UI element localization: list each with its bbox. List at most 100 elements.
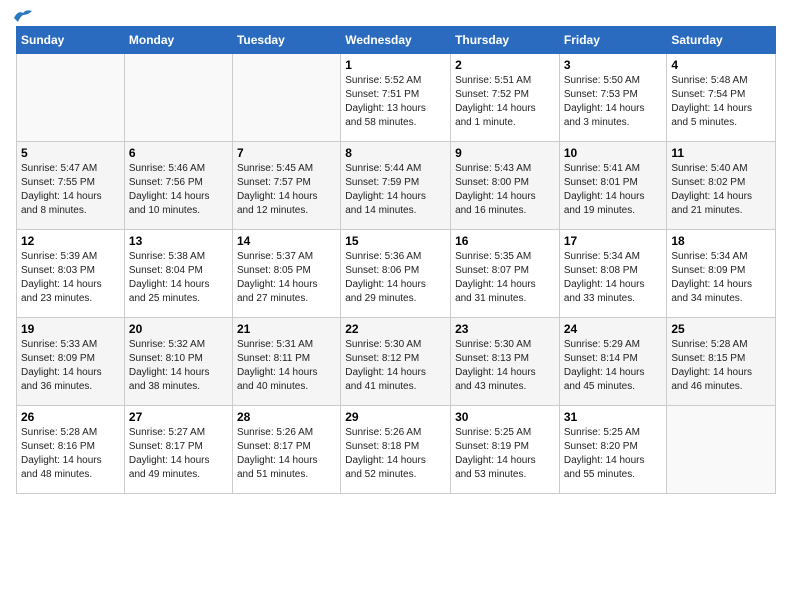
calendar-cell: 15 Sunrise: 5:36 AM Sunset: 8:06 PM Dayli…	[341, 230, 451, 318]
day-number: 1	[345, 58, 446, 72]
calendar-cell: 2 Sunrise: 5:51 AM Sunset: 7:52 PM Daylig…	[451, 54, 560, 142]
calendar-cell: 16 Sunrise: 5:35 AM Sunset: 8:07 PM Dayli…	[451, 230, 560, 318]
day-info: Sunrise: 5:50 AM Sunset: 7:53 PM Dayligh…	[564, 74, 663, 130]
calendar-week-1: 1 Sunrise: 5:52 AM Sunset: 7:51 PM Daylig…	[17, 54, 776, 142]
calendar-cell: 6 Sunrise: 5:46 AM Sunset: 7:56 PM Daylig…	[124, 142, 232, 230]
day-number: 25	[671, 322, 771, 336]
page-header	[16, 16, 776, 18]
day-number: 19	[21, 322, 120, 336]
day-number: 4	[671, 58, 771, 72]
day-number: 3	[564, 58, 663, 72]
day-info: Sunrise: 5:30 AM Sunset: 8:12 PM Dayligh…	[345, 338, 446, 394]
day-info: Sunrise: 5:32 AM Sunset: 8:10 PM Dayligh…	[129, 338, 228, 394]
calendar-cell	[667, 406, 776, 494]
day-info: Sunrise: 5:41 AM Sunset: 8:01 PM Dayligh…	[564, 162, 663, 218]
calendar-cell: 19 Sunrise: 5:33 AM Sunset: 8:09 PM Dayli…	[17, 318, 125, 406]
calendar-cell: 21Sunrise: 5:31 AM Sunset: 8:11 PM Dayli…	[232, 318, 340, 406]
day-number: 24	[564, 322, 663, 336]
calendar-cell: 22 Sunrise: 5:30 AM Sunset: 8:12 PM Dayli…	[341, 318, 451, 406]
day-number: 15	[345, 234, 446, 248]
day-info: Sunrise: 5:51 AM Sunset: 7:52 PM Dayligh…	[455, 74, 555, 130]
day-info: Sunrise: 5:43 AM Sunset: 8:00 PM Dayligh…	[455, 162, 555, 218]
calendar-cell: 11 Sunrise: 5:40 AM Sunset: 8:02 PM Dayli…	[667, 142, 776, 230]
day-number: 22	[345, 322, 446, 336]
calendar-cell: 17 Sunrise: 5:34 AM Sunset: 8:08 PM Dayli…	[559, 230, 667, 318]
day-number: 10	[564, 146, 663, 160]
logo-bird-icon	[12, 8, 34, 24]
day-info: Sunrise: 5:45 AM Sunset: 7:57 PM Dayligh…	[237, 162, 336, 218]
day-info: Sunrise: 5:25 AM Sunset: 8:20 PM Dayligh…	[564, 426, 663, 482]
day-info: Sunrise: 5:35 AM Sunset: 8:07 PM Dayligh…	[455, 250, 555, 306]
day-info: Sunrise: 5:34 AM Sunset: 8:09 PM Dayligh…	[671, 250, 771, 306]
day-number: 14	[237, 234, 336, 248]
day-number: 11	[671, 146, 771, 160]
calendar-cell: 4 Sunrise: 5:48 AM Sunset: 7:54 PM Daylig…	[667, 54, 776, 142]
day-info: Sunrise: 5:46 AM Sunset: 7:56 PM Dayligh…	[129, 162, 228, 218]
day-number: 17	[564, 234, 663, 248]
calendar-cell: 25 Sunrise: 5:28 AM Sunset: 8:15 PM Dayli…	[667, 318, 776, 406]
day-number: 30	[455, 410, 555, 424]
day-info: Sunrise: 5:33 AM Sunset: 8:09 PM Dayligh…	[21, 338, 120, 394]
day-info: Sunrise: 5:28 AM Sunset: 8:16 PM Dayligh…	[21, 426, 120, 482]
calendar-cell: 5 Sunrise: 5:47 AM Sunset: 7:55 PM Daylig…	[17, 142, 125, 230]
day-info: Sunrise: 5:44 AM Sunset: 7:59 PM Dayligh…	[345, 162, 446, 218]
day-number: 7	[237, 146, 336, 160]
calendar-week-4: 19 Sunrise: 5:33 AM Sunset: 8:09 PM Dayli…	[17, 318, 776, 406]
calendar-table: SundayMondayTuesdayWednesdayThursdayFrid…	[16, 26, 776, 494]
calendar-cell: 20 Sunrise: 5:32 AM Sunset: 8:10 PM Dayli…	[124, 318, 232, 406]
day-info: Sunrise: 5:52 AM Sunset: 7:51 PM Dayligh…	[345, 74, 446, 130]
weekday-header-wednesday: Wednesday	[341, 27, 451, 54]
day-info: Sunrise: 5:34 AM Sunset: 8:08 PM Dayligh…	[564, 250, 663, 306]
day-info: Sunrise: 5:37 AM Sunset: 8:05 PM Dayligh…	[237, 250, 336, 306]
weekday-header-row: SundayMondayTuesdayWednesdayThursdayFrid…	[17, 27, 776, 54]
day-number: 12	[21, 234, 120, 248]
weekday-header-monday: Monday	[124, 27, 232, 54]
day-info: Sunrise: 5:36 AM Sunset: 8:06 PM Dayligh…	[345, 250, 446, 306]
day-number: 18	[671, 234, 771, 248]
weekday-header-sunday: Sunday	[17, 27, 125, 54]
day-info: Sunrise: 5:25 AM Sunset: 8:19 PM Dayligh…	[455, 426, 555, 482]
day-info: Sunrise: 5:29 AM Sunset: 8:14 PM Dayligh…	[564, 338, 663, 394]
day-info: Sunrise: 5:47 AM Sunset: 7:55 PM Dayligh…	[21, 162, 120, 218]
calendar-cell: 13 Sunrise: 5:38 AM Sunset: 8:04 PM Dayli…	[124, 230, 232, 318]
day-number: 9	[455, 146, 555, 160]
calendar-week-2: 5 Sunrise: 5:47 AM Sunset: 7:55 PM Daylig…	[17, 142, 776, 230]
day-info: Sunrise: 5:38 AM Sunset: 8:04 PM Dayligh…	[129, 250, 228, 306]
calendar-cell: 24 Sunrise: 5:29 AM Sunset: 8:14 PM Dayli…	[559, 318, 667, 406]
calendar-cell	[17, 54, 125, 142]
day-info: Sunrise: 5:39 AM Sunset: 8:03 PM Dayligh…	[21, 250, 120, 306]
calendar-cell: 14 Sunrise: 5:37 AM Sunset: 8:05 PM Dayli…	[232, 230, 340, 318]
day-number: 31	[564, 410, 663, 424]
day-info: Sunrise: 5:48 AM Sunset: 7:54 PM Dayligh…	[671, 74, 771, 130]
day-number: 23	[455, 322, 555, 336]
day-number: 28	[237, 410, 336, 424]
calendar-cell	[232, 54, 340, 142]
day-number: 8	[345, 146, 446, 160]
day-number: 26	[21, 410, 120, 424]
calendar-cell: 30 Sunrise: 5:25 AM Sunset: 8:19 PM Dayli…	[451, 406, 560, 494]
calendar-cell: 26 Sunrise: 5:28 AM Sunset: 8:16 PM Dayli…	[17, 406, 125, 494]
day-number: 21	[237, 322, 336, 336]
calendar-cell: 9 Sunrise: 5:43 AM Sunset: 8:00 PM Daylig…	[451, 142, 560, 230]
calendar-cell: 7 Sunrise: 5:45 AM Sunset: 7:57 PM Daylig…	[232, 142, 340, 230]
day-number: 5	[21, 146, 120, 160]
day-number: 16	[455, 234, 555, 248]
day-info: Sunrise: 5:40 AM Sunset: 8:02 PM Dayligh…	[671, 162, 771, 218]
day-number: 6	[129, 146, 228, 160]
day-number: 2	[455, 58, 555, 72]
calendar-cell: 10 Sunrise: 5:41 AM Sunset: 8:01 PM Dayli…	[559, 142, 667, 230]
day-number: 20	[129, 322, 228, 336]
day-info: Sunrise: 5:28 AM Sunset: 8:15 PM Dayligh…	[671, 338, 771, 394]
calendar-cell: 31 Sunrise: 5:25 AM Sunset: 8:20 PM Dayli…	[559, 406, 667, 494]
day-info: Sunrise: 5:26 AM Sunset: 8:17 PM Dayligh…	[237, 426, 336, 482]
day-number: 27	[129, 410, 228, 424]
calendar-cell: 28 Sunrise: 5:26 AM Sunset: 8:17 PM Dayli…	[232, 406, 340, 494]
calendar-week-5: 26 Sunrise: 5:28 AM Sunset: 8:16 PM Dayli…	[17, 406, 776, 494]
calendar-week-3: 12 Sunrise: 5:39 AM Sunset: 8:03 PM Dayli…	[17, 230, 776, 318]
calendar-cell	[124, 54, 232, 142]
day-info: Sunrise: 5:27 AM Sunset: 8:17 PM Dayligh…	[129, 426, 228, 482]
calendar-cell: 29Sunrise: 5:26 AM Sunset: 8:18 PM Dayli…	[341, 406, 451, 494]
weekday-header-saturday: Saturday	[667, 27, 776, 54]
day-number: 13	[129, 234, 228, 248]
day-info: Sunrise: 5:26 AM Sunset: 8:18 PM Dayligh…	[345, 426, 446, 482]
